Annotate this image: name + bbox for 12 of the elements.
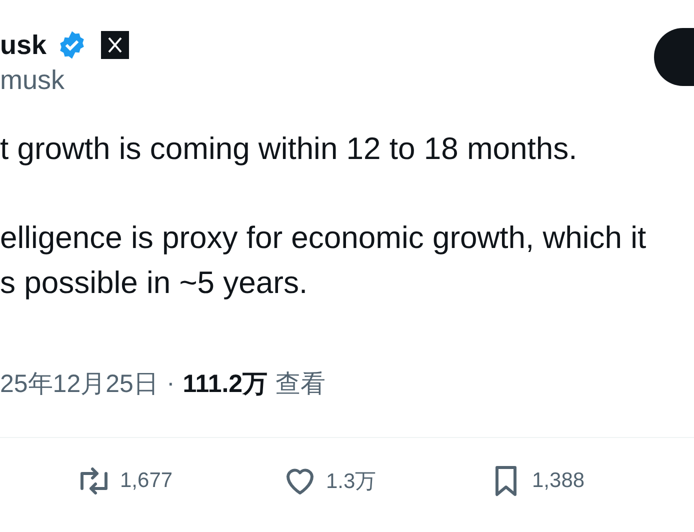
x-logo-icon <box>100 31 129 59</box>
action-count: 1.3万 <box>326 469 376 495</box>
post-text: elligence is proxy for economic growth, which it s possible in ~5 years. <box>0 219 648 302</box>
post-text: t growth is coming within 12 to 18 months. <box>0 130 578 168</box>
view-count: 111.2万 <box>182 368 268 400</box>
views-label: 查看 <box>276 368 326 400</box>
post-date[interactable]: 25年12月25日 <box>0 366 158 400</box>
author-name[interactable]: usk <box>0 28 47 62</box>
action-count: 1,677 <box>120 469 173 493</box>
author-handle[interactable]: musk <box>0 64 65 96</box>
action-count: 1,388 <box>532 469 585 493</box>
separator-dot: · <box>166 368 175 398</box>
